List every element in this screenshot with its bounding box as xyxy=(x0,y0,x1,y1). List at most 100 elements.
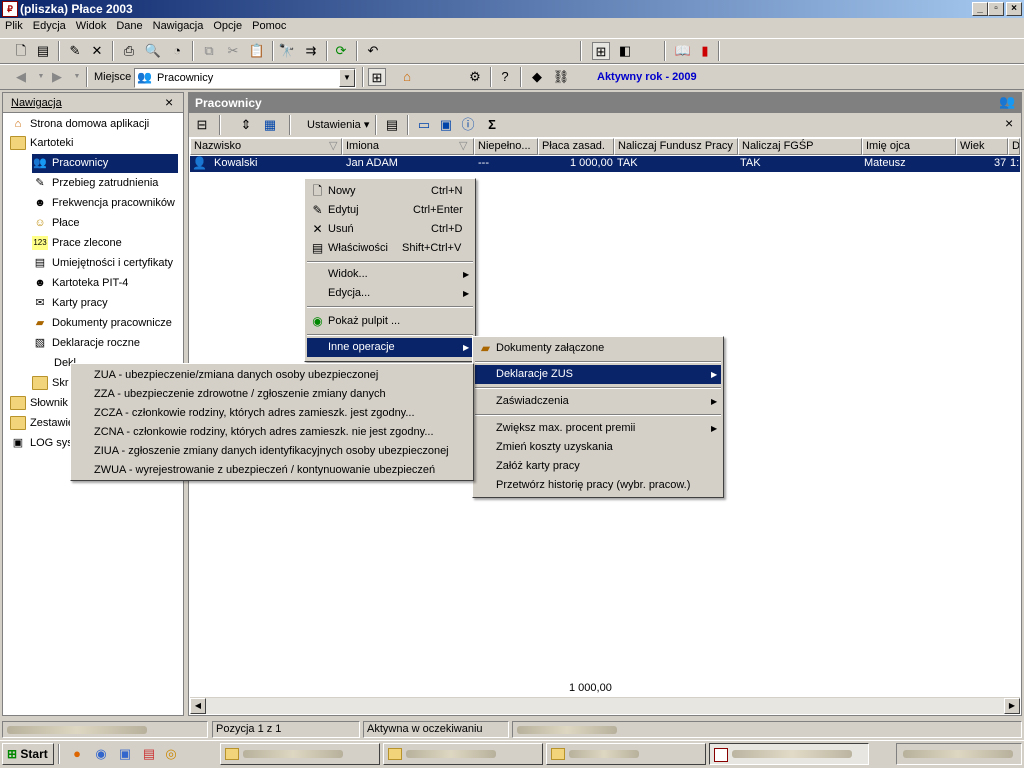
taskbar-item-1[interactable] xyxy=(220,743,380,765)
table-row[interactable]: 👤 Kowalski Jan ADAM --- 1 000,00 TAK TAK… xyxy=(190,156,1020,172)
nav-item-frekwencja[interactable]: ☻ Frekwencja pracowników xyxy=(32,194,175,213)
chevron-down-icon[interactable]: ▼ xyxy=(339,69,355,87)
print-icon[interactable]: ⎙ xyxy=(120,42,138,60)
tools-icon[interactable]: ⚙ xyxy=(466,68,484,86)
help-icon[interactable]: ? xyxy=(496,68,514,86)
minimize-button[interactable]: _ xyxy=(972,2,988,16)
undo-icon[interactable]: ↶ xyxy=(364,42,382,60)
horizontal-scrollbar[interactable]: ◀ ▶ xyxy=(190,697,1020,714)
taskbar-item-3[interactable] xyxy=(546,743,706,765)
cut-icon[interactable]: ✂ xyxy=(224,42,242,60)
menu-item-zmien-koszty[interactable]: Zmień koszty uzyskania xyxy=(475,438,721,457)
menu-dane[interactable]: Dane xyxy=(111,18,147,32)
back-icon[interactable]: ◀ xyxy=(12,68,30,86)
menu-item-zcna[interactable]: ZCNA - członkowie rodziny, których adres… xyxy=(73,423,471,442)
menu-edycja[interactable]: Edycja xyxy=(28,18,71,32)
forward-dropdown-icon[interactable]: ▼ xyxy=(68,68,86,86)
exit-icon[interactable]: ▮ xyxy=(696,42,714,60)
column-header-niepelno[interactable]: Niepełno... xyxy=(474,138,538,155)
close-icon[interactable]: × xyxy=(165,94,173,110)
copy-icon[interactable]: ⧉ xyxy=(200,42,218,60)
menu-nawigacja[interactable]: Nawigacja xyxy=(148,18,209,32)
menu-item-wlasciwosci[interactable]: ▤ Właściwości Shift+Ctrl+V xyxy=(307,239,473,258)
properties-icon[interactable]: ▤ xyxy=(34,42,52,60)
start-button[interactable]: ⊞ Start xyxy=(2,743,54,765)
settings-button[interactable]: Ustawienia ▾ xyxy=(307,118,369,131)
column-header-placa[interactable]: Płaca zasad. xyxy=(538,138,614,155)
menu-item-zcza[interactable]: ZCZA - członkowie rodziny, których adres… xyxy=(73,404,471,423)
menu-item-zaswiadczenia[interactable]: Zaświadczenia ▶ xyxy=(475,392,721,411)
close-window-button[interactable]: × xyxy=(1006,2,1022,16)
sort-icon[interactable]: ⇕ xyxy=(237,116,255,134)
explorer-icon[interactable]: ▣ xyxy=(116,745,134,763)
nav-item-pracownicy[interactable]: 👥 Pracownicy xyxy=(32,154,178,173)
taskbar-item-2[interactable] xyxy=(383,743,543,765)
export-icon[interactable]: ◔ xyxy=(168,42,186,60)
eraser-icon[interactable]: ◆ xyxy=(528,68,546,86)
export-grid-icon[interactable]: ▭ xyxy=(415,116,433,134)
nav-item-kartoteki[interactable]: Kartoteki xyxy=(10,134,73,153)
tree-view-icon[interactable]: ⊞ xyxy=(592,42,610,60)
nav-item-prace-zlecone[interactable]: 123 Prace zlecone xyxy=(32,234,122,253)
column-header-fgsp[interactable]: Naliczaj FGŚP xyxy=(738,138,862,155)
menu-item-pokaz-pulpit[interactable]: ◉ Pokaż pulpit ... xyxy=(307,312,473,331)
close-icon[interactable]: × xyxy=(1005,115,1013,131)
menu-opcje[interactable]: Opcje xyxy=(208,18,247,32)
nav-item-place[interactable]: ☺ Płace xyxy=(32,214,79,233)
properties-icon[interactable]: ▤ xyxy=(383,116,401,134)
menu-item-zua[interactable]: ZUA - ubezpieczenie/zmiana danych osoby … xyxy=(73,366,471,385)
menu-item-usun[interactable]: ✕ Usuń Ctrl+D xyxy=(307,220,473,239)
menu-widok[interactable]: Widok xyxy=(71,18,112,32)
delete-icon[interactable]: ✕ xyxy=(88,42,106,60)
menu-item-widok[interactable]: Widok... ▶ xyxy=(307,265,473,284)
maximize-button[interactable]: ▫ xyxy=(988,2,1004,16)
menu-item-zwua[interactable]: ZWUA - wyrejestrowanie z ubezpieczeń / k… xyxy=(73,461,471,480)
new-doc-icon[interactable]: 🗋 xyxy=(12,42,30,60)
find-next-icon[interactable]: ⇉ xyxy=(302,42,320,60)
menu-item-inne-operacje[interactable]: Inne operacje ▶ xyxy=(307,338,473,357)
nav-item-umiejetnosci[interactable]: ▤ Umiejętności i certyfikaty xyxy=(32,254,173,273)
document-icon[interactable]: ▤ xyxy=(140,745,158,763)
browser-icon[interactable]: ◉ xyxy=(92,745,110,763)
menu-item-przetworz-historie[interactable]: Przetwórz historię pracy (wybr. pracow.) xyxy=(475,476,721,495)
link-icon[interactable]: ⛓ xyxy=(552,68,570,86)
help-book-icon[interactable]: 📖 xyxy=(674,42,692,60)
nav-item-karty-pracy[interactable]: ✉ Karty pracy xyxy=(32,294,107,313)
column-header-d[interactable]: D xyxy=(1008,138,1020,155)
menu-item-zaloz-karty[interactable]: Załóż karty pracy xyxy=(475,457,721,476)
column-header-fp[interactable]: Naliczaj Fundusz Pracy xyxy=(614,138,738,155)
menu-item-zwieksz-premii[interactable]: Zwiększ max. procent premii ▶ xyxy=(475,419,721,438)
nav-item-skr[interactable]: Skr xyxy=(32,374,69,393)
home-icon[interactable]: ⌂ xyxy=(398,68,416,86)
refresh-icon[interactable]: ⟳ xyxy=(332,42,350,60)
split-view-icon[interactable]: ◧ xyxy=(616,42,634,60)
forward-icon[interactable]: ▶ xyxy=(48,68,66,86)
edit-icon[interactable]: ✎ xyxy=(66,42,84,60)
column-header-imiona[interactable]: Imiona ▽ xyxy=(342,138,474,155)
menu-item-dokumenty-zalaczone[interactable]: ▰ Dokumenty załączone xyxy=(475,339,721,358)
menu-item-zza[interactable]: ZZA - ubezpieczenie zdrowotne / zgłoszen… xyxy=(73,385,471,404)
info-icon[interactable]: ⓘ xyxy=(459,116,477,134)
title-bar[interactable]: ₽ (pliszka) Płace 2003 _ ▫ × xyxy=(0,0,1024,18)
print-preview-icon[interactable]: 🔍 xyxy=(144,42,162,60)
firefox-icon[interactable]: ● xyxy=(68,745,86,763)
menu-item-edytuj[interactable]: ✎ Edytuj Ctrl+Enter xyxy=(307,201,473,220)
nav-item-dokumenty[interactable]: ▰ Dokumenty pracownicze xyxy=(32,314,172,333)
menu-pomoc[interactable]: Pomoc xyxy=(247,18,291,32)
menu-item-edycja[interactable]: Edycja... ▶ xyxy=(307,284,473,303)
find-icon[interactable]: 🔭 xyxy=(278,42,296,60)
nav-item-pit4[interactable]: ☻ Kartoteka PIT-4 xyxy=(32,274,128,293)
columns-icon[interactable]: ▦ xyxy=(261,116,279,134)
nav-item-slownik[interactable]: Słownik xyxy=(10,394,68,413)
menu-item-deklaracje-zus[interactable]: Deklaracje ZUS ▶ xyxy=(475,365,721,384)
paste-icon[interactable]: 📋 xyxy=(248,42,266,60)
column-header-imie-ojca[interactable]: Imię ojca xyxy=(862,138,956,155)
menu-plik[interactable]: Plik xyxy=(0,18,28,32)
nav-item-deklaracje[interactable]: ▧ Deklaracje roczne xyxy=(32,334,140,353)
column-header-nazwisko[interactable]: Nazwisko ▽ xyxy=(190,138,342,155)
menu-item-nowy[interactable]: 🗋 Nowy Ctrl+N xyxy=(307,182,473,201)
scroll-left-icon[interactable]: ◀ xyxy=(190,698,206,714)
place-combo[interactable]: 👥 Pracownicy ▼ xyxy=(134,68,356,88)
nav-item-zestawienia[interactable]: Zestawie xyxy=(10,414,74,433)
column-header-wiek[interactable]: Wiek xyxy=(956,138,1008,155)
